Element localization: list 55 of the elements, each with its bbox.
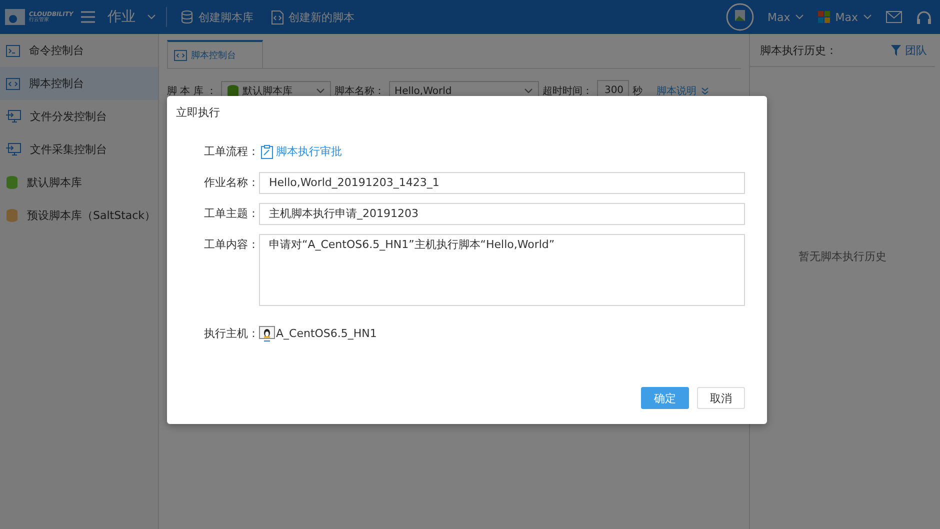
timeout-unit: 秒 [632,84,643,98]
history-title: 脚本执行历史： [760,42,837,58]
filter-icon [891,44,901,56]
sidebar-item[interactable]: 文件分发控制台 [0,100,158,133]
sidebar-item[interactable]: 脚本控制台 [0,67,158,100]
monitor-icon [6,110,21,123]
field-label: 工单主题： [203,206,259,222]
host-name: A_CentOS6.5_HN1 [276,326,377,342]
cancel-button[interactable]: 取消 [697,387,745,409]
double-chevron-icon [700,87,709,95]
sidebar-item[interactable]: 命令控制台 [0,34,158,67]
team-filter[interactable]: 团队 [891,42,927,58]
dialog-title: 立即执行 [175,105,221,121]
confirm-button[interactable]: 确定 [641,387,689,409]
database-icon [181,10,194,24]
script-name-label: 脚本名称： [334,84,385,98]
caret-icon [795,14,804,20]
logo-icon [4,6,26,28]
linux-host-icon [259,326,275,342]
menu-icon[interactable] [81,11,96,23]
script-doc-link[interactable]: 脚本说明 [656,84,697,98]
timeout-label: 超时时间： [542,84,593,98]
code-icon [174,50,187,60]
caret-icon [863,14,872,20]
caret-icon [316,88,325,94]
mail-icon[interactable] [886,11,902,23]
workflow-link[interactable]: 脚本执行审批 [261,141,342,163]
sidebar-item[interactable]: 默认脚本库 [0,166,158,199]
sidebar-item[interactable]: 预设脚本库（SaltStack） [0,199,158,232]
empty-message: 暂无脚本执行历史 [798,249,888,264]
text-area[interactable]: 申请对“A_CentOS6.5_HN1”主机执行脚本“Hello,World” [259,234,745,306]
sidebar-item[interactable]: 文件采集控制台 [0,133,158,166]
code-file-icon [271,10,284,24]
terminal-icon [6,44,20,56]
field-label: 工单内容： [203,237,259,253]
account-menu[interactable]: Max [818,10,872,24]
clipboard-icon [261,145,273,159]
input-field[interactable]: Hello,World_20191203_1423_1 [259,172,745,194]
monitor-icon [6,143,21,156]
input-field[interactable]: 主机脚本执行申请_20191203 [259,203,745,225]
toolbar-button[interactable]: 创建新的脚本 [271,10,354,24]
headset-icon[interactable] [916,10,932,24]
windows-logo-icon [818,11,830,23]
field-label: 工单流程： [203,144,259,160]
avatar-icon[interactable] [726,3,754,31]
module-dropdown[interactable]: 作业 [107,8,156,26]
tab[interactable]: 脚本控制台 [167,40,263,68]
caret-icon [147,14,156,20]
user-menu[interactable]: Max [768,10,804,24]
caret-icon [524,88,533,94]
library-label: 脚 本 库 ： [167,84,217,98]
code-icon [6,78,20,90]
field-label: 作业名称： [203,175,259,191]
field-label: 执行主机： [203,326,259,342]
toolbar-button[interactable]: 创建脚本库 [181,10,254,24]
